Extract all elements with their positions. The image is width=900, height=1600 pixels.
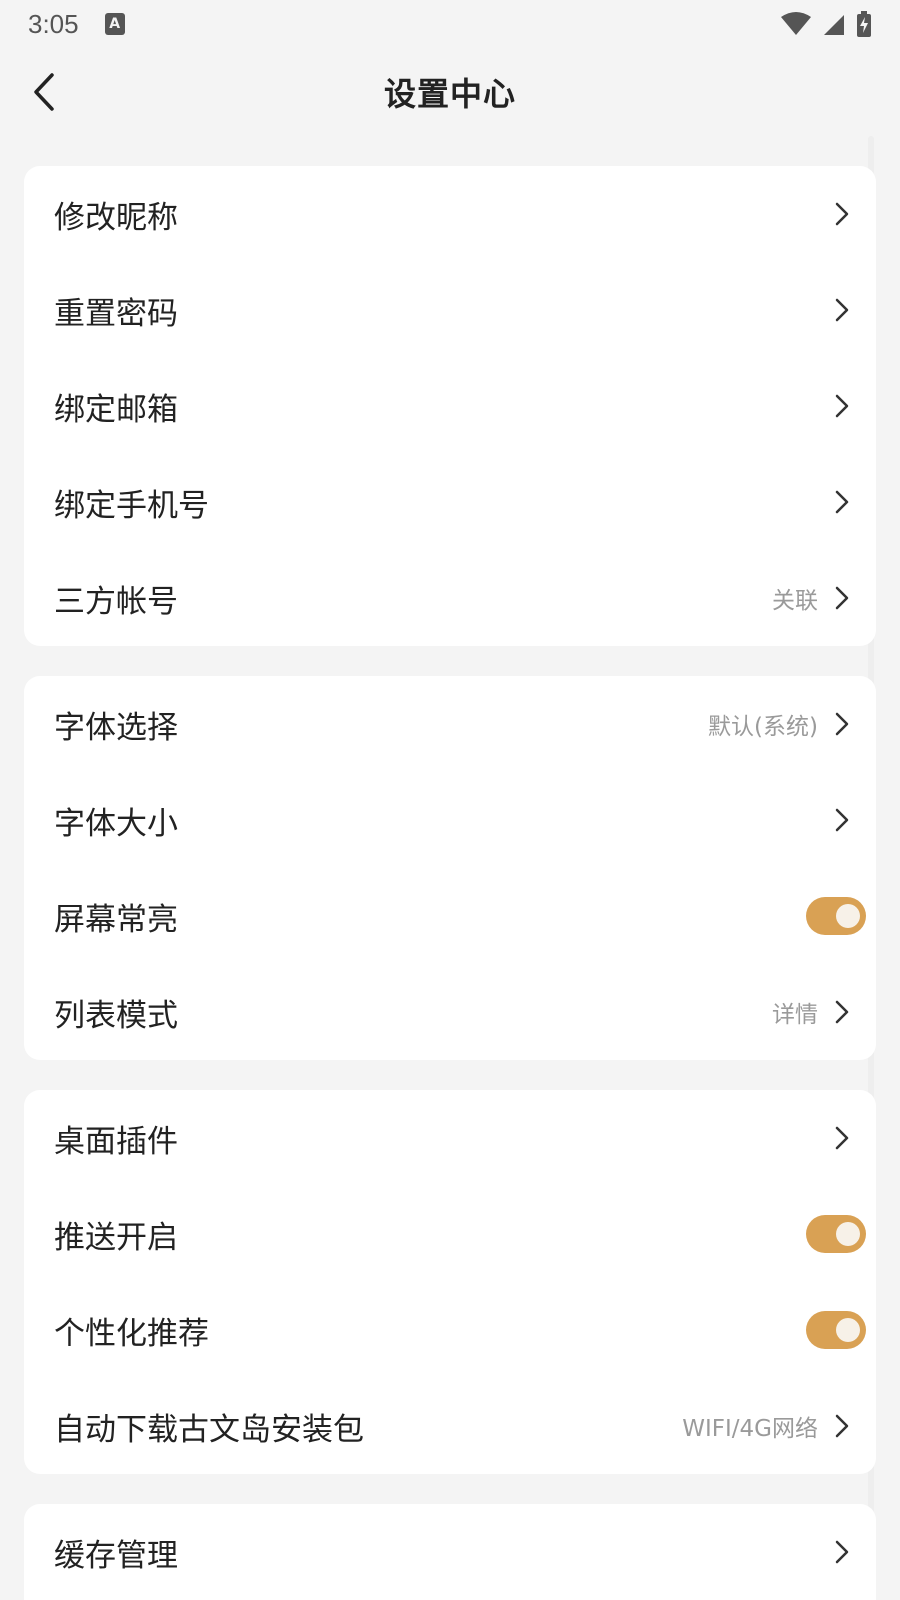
row-label: 绑定邮箱: [54, 391, 178, 428]
chevron-right-icon: [832, 296, 852, 324]
app-header: 设置中心: [0, 60, 900, 124]
settings-row-cache-management[interactable]: 缓存管理: [24, 1504, 876, 1600]
row-label: 字体选择: [54, 709, 178, 746]
chevron-right-icon: [832, 392, 852, 420]
status-icons: [780, 11, 872, 37]
row-label: 修改昵称: [54, 199, 178, 236]
toggle-knob: [836, 904, 860, 928]
settings-row-personalized-recommend: 个性化推荐: [24, 1282, 876, 1378]
row-label: 重置密码: [54, 295, 178, 332]
row-label: 推送开启: [54, 1219, 178, 1256]
settings-row-auto-download[interactable]: 自动下载古文岛安装包 WIFI/4G网络: [24, 1378, 876, 1474]
back-arrow-icon: [34, 73, 54, 111]
settings-row-screen-always-on: 屏幕常亮: [24, 868, 876, 964]
row-value: WIFI/4G网络: [682, 1416, 818, 1442]
settings-row-reset-password[interactable]: 重置密码: [24, 262, 876, 358]
settings-row-push-enabled: 推送开启: [24, 1186, 876, 1282]
personalized-recommend-toggle[interactable]: [806, 1311, 866, 1349]
chevron-right-icon: [832, 488, 852, 516]
battery-charging-icon: [857, 11, 871, 37]
row-label: 个性化推荐: [54, 1315, 209, 1352]
page-title: 设置中心: [383, 75, 516, 113]
account-settings-card: 修改昵称 重置密码 绑定邮箱 绑定手机号 三方帐号 关联: [24, 166, 876, 646]
chevron-right-icon: [832, 200, 852, 228]
row-label: 桌面插件: [54, 1123, 178, 1160]
chevron-right-icon: [832, 584, 852, 612]
settings-row-bind-email[interactable]: 绑定邮箱: [24, 358, 876, 454]
chevron-right-icon: [832, 806, 852, 834]
push-enabled-toggle[interactable]: [806, 1215, 866, 1253]
settings-row-nickname[interactable]: 修改昵称: [24, 166, 876, 262]
settings-row-desktop-widget[interactable]: 桌面插件: [24, 1090, 876, 1186]
toggle-knob: [836, 1318, 860, 1342]
chevron-right-icon: [832, 1412, 852, 1440]
settings-row-third-party-account[interactable]: 三方帐号 关联: [24, 550, 876, 646]
settings-row-font-select[interactable]: 字体选择 默认(系统): [24, 676, 876, 772]
row-value: 关联: [772, 588, 818, 614]
cache-settings-card: 缓存管理: [24, 1504, 876, 1600]
settings-row-bind-phone[interactable]: 绑定手机号: [24, 454, 876, 550]
settings-row-font-size[interactable]: 字体大小: [24, 772, 876, 868]
cell-signal-icon: [824, 15, 844, 35]
chevron-right-icon: [832, 1124, 852, 1152]
chevron-right-icon: [832, 998, 852, 1026]
row-label: 三方帐号: [54, 583, 178, 620]
row-value: 默认(系统): [708, 714, 818, 740]
chevron-right-icon: [832, 710, 852, 738]
settings-row-list-mode[interactable]: 列表模式 详情: [24, 964, 876, 1060]
toggle-knob: [836, 1222, 860, 1246]
status-time: 3:05: [28, 8, 79, 39]
other-settings-card: 桌面插件 推送开启 个性化推荐 自动下载古文岛安装包 WIFI/4G网络: [24, 1090, 876, 1474]
chevron-right-icon: [832, 1538, 852, 1566]
status-bar: 3:05 A: [0, 0, 900, 48]
row-label: 绑定手机号: [54, 487, 209, 524]
wifi-icon: [781, 12, 811, 35]
row-label: 缓存管理: [54, 1537, 178, 1574]
notification-app-icon: A: [104, 13, 125, 35]
row-label: 列表模式: [54, 997, 178, 1034]
row-label: 自动下载古文岛安装包: [54, 1411, 364, 1448]
display-settings-card: 字体选择 默认(系统) 字体大小 屏幕常亮 列表模式 详情: [24, 676, 876, 1060]
row-label: 字体大小: [54, 805, 178, 842]
screen-always-on-toggle[interactable]: [806, 897, 866, 935]
row-value: 详情: [772, 1002, 818, 1028]
row-label: 屏幕常亮: [54, 901, 178, 938]
back-button[interactable]: [20, 68, 68, 116]
